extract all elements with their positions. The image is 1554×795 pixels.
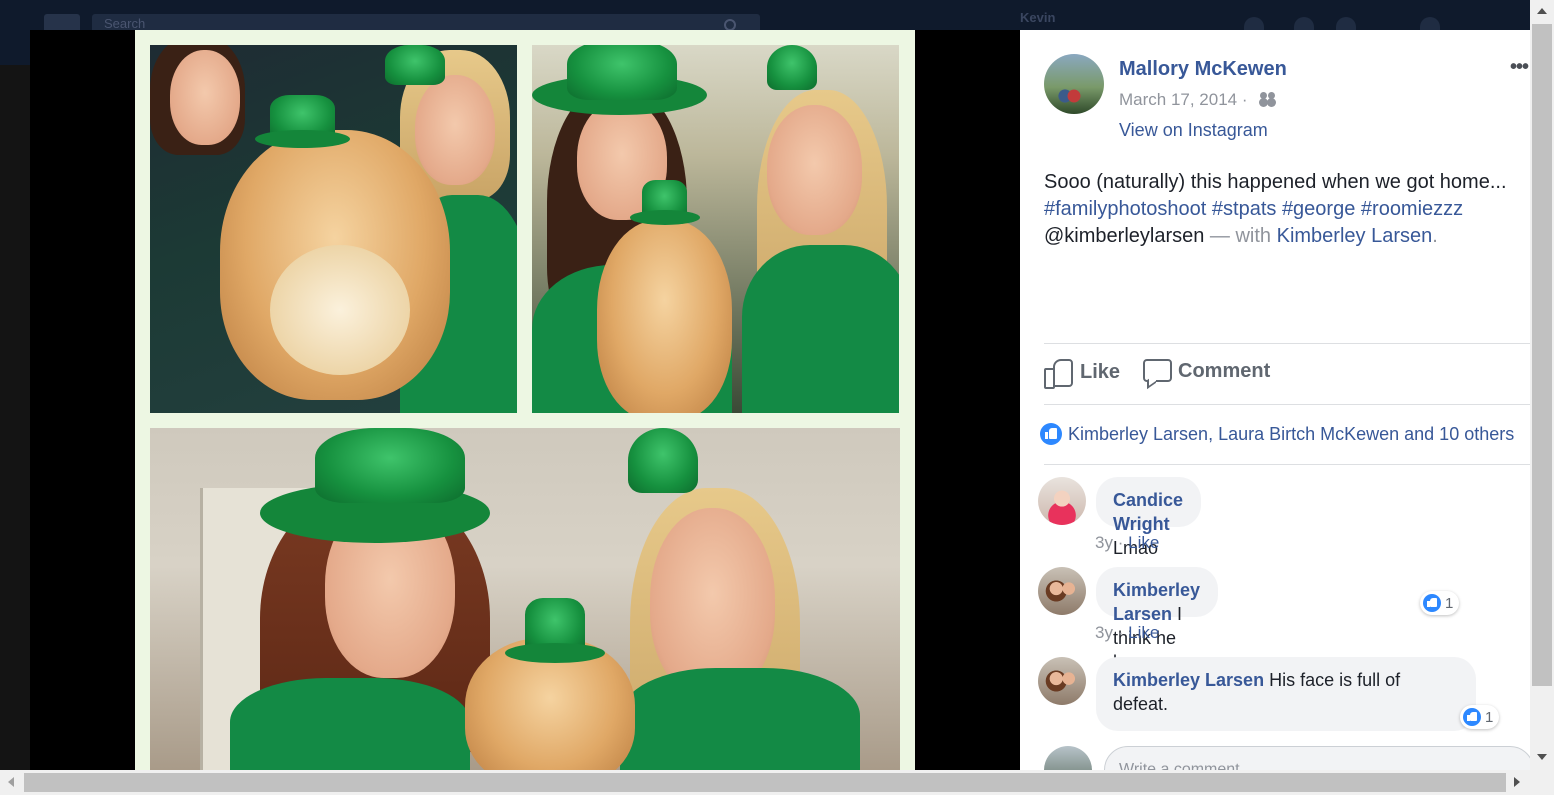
scroll-right-arrow-icon[interactable] <box>1514 777 1520 787</box>
green-shirt <box>620 668 860 770</box>
post-text-line: Sooo (naturally) this happened when we g… <box>1044 171 1507 193</box>
commenter-name-link[interactable]: Kimberley Larsen <box>1113 580 1200 624</box>
mini-top-hat <box>628 428 698 493</box>
comment-bubble: Kimberley Larsen His face is full of def… <box>1096 657 1476 731</box>
collage-photo-1 <box>150 45 517 413</box>
date-separator: · <box>1241 90 1248 109</box>
commenter-name-link[interactable]: Kimberley Larsen <box>1113 670 1264 690</box>
like-reaction-icon <box>1463 708 1481 726</box>
topbar-user-name: Kevin <box>1020 10 1056 25</box>
background-strip <box>0 30 30 65</box>
commenter-avatar[interactable] <box>1038 657 1086 705</box>
view-on-instagram-link[interactable]: View on Instagram <box>1119 120 1268 141</box>
reactions-summary[interactable]: Kimberley Larsen, Laura Birtch McKewen a… <box>1040 423 1514 445</box>
cat-hat-brim <box>630 210 700 225</box>
author-avatar[interactable] <box>1044 54 1104 114</box>
comment-like-link[interactable]: Like <box>1128 533 1159 552</box>
horizontal-scrollbar[interactable] <box>0 770 1554 795</box>
cat-hat-brim <box>255 130 350 148</box>
author-name-link[interactable]: Mallory McKewen <box>1119 58 1287 81</box>
like-label: Like <box>1080 360 1121 383</box>
more-options-icon[interactable]: ••• <box>1510 56 1529 79</box>
commenter-avatar[interactable] <box>1038 477 1086 525</box>
comment-bubble: Candice Wright Lmao <box>1096 477 1202 558</box>
hashtag-link[interactable]: #george <box>1282 198 1355 220</box>
cat <box>597 220 732 413</box>
cat-hat-brim <box>505 643 605 663</box>
search-bar: Search <box>92 14 760 31</box>
green-hat <box>385 45 445 85</box>
help-icon <box>1420 17 1440 30</box>
viewer-avatar <box>1044 746 1092 770</box>
comment-age[interactable]: 3y <box>1095 533 1113 552</box>
messages-icon <box>1294 17 1314 30</box>
mention-text: @kimberleylarsen <box>1044 225 1205 247</box>
divider <box>1044 343 1530 344</box>
post-mention-line: @kimberleylarsen — with Kimberley Larsen… <box>1044 223 1530 250</box>
comment-age[interactable]: 3y <box>1095 623 1113 642</box>
horizontal-scroll-thumb[interactable] <box>24 773 1506 792</box>
friends-icon[interactable] <box>1260 92 1278 106</box>
tagged-person-link[interactable]: Kimberley Larsen <box>1277 225 1433 247</box>
post-hashtags-line: #familyphotoshoot #stpats #george #roomi… <box>1044 196 1530 223</box>
like-reaction-icon <box>1423 594 1441 612</box>
like-button[interactable]: Like <box>1044 358 1121 389</box>
comment-like-link[interactable]: Like <box>1128 623 1159 642</box>
hashtag-link[interactable]: #familyphotoshoot <box>1044 198 1206 220</box>
scroll-up-arrow-icon[interactable] <box>1537 8 1547 14</box>
scroll-left-arrow-icon[interactable] <box>8 777 14 787</box>
thumbs-up-icon <box>1044 358 1073 389</box>
scroll-down-arrow-icon[interactable] <box>1537 754 1547 760</box>
hashtag-link[interactable]: #stpats <box>1212 198 1276 220</box>
comment-reaction-count[interactable]: 1 <box>1460 705 1500 729</box>
reaction-count-text: 1 <box>1445 594 1454 612</box>
facebook-top-bar: Search Kevin <box>0 0 1530 31</box>
reaction-count-text: 1 <box>1485 708 1494 726</box>
comment-input[interactable]: Write a comment... <box>1104 746 1530 770</box>
post-text: Sooo (naturally) this happened when we g… <box>1044 169 1530 250</box>
with-prefix: — with <box>1209 225 1272 247</box>
cat-belly <box>270 245 410 375</box>
vertical-scrollbar[interactable] <box>1530 0 1554 770</box>
comment-input-placeholder: Write a comment... <box>1119 761 1253 770</box>
cowboy-hat <box>567 45 677 100</box>
cowboy-hat <box>315 428 465 503</box>
photo-stage[interactable] <box>30 30 1020 770</box>
meta-separator: · <box>1117 623 1124 642</box>
commenter-avatar[interactable] <box>1038 567 1086 615</box>
post-date[interactable]: March 17, 2014 · <box>1119 90 1248 110</box>
comment-bubble-icon <box>1142 358 1172 384</box>
background-overlay <box>0 65 30 770</box>
person-face <box>767 105 862 235</box>
friend-requests-icon <box>1244 17 1264 30</box>
facebook-logo-icon <box>44 14 80 30</box>
meta-separator: · <box>1117 533 1124 552</box>
person-face <box>170 50 240 145</box>
comment-bubble: Kimberley Larsen I think he loves us. <box>1096 567 1219 672</box>
reactions-text[interactable]: Kimberley Larsen, Laura Birtch McKewen a… <box>1068 424 1514 445</box>
post-detail-panel: Mallory McKewen March 17, 2014 · View on… <box>1020 30 1530 770</box>
vertical-scroll-thumb[interactable] <box>1532 24 1552 686</box>
post-photo-collage[interactable] <box>135 30 915 770</box>
collage-photo-3 <box>150 428 900 770</box>
commenter-name-link[interactable]: Candice Wright <box>1113 490 1183 534</box>
comment-reaction-count[interactable]: 1 <box>1420 591 1460 615</box>
green-shirt <box>230 678 470 770</box>
collage-photo-2 <box>532 45 899 413</box>
comment-button[interactable]: Comment <box>1142 358 1270 384</box>
comment-label: Comment <box>1178 359 1271 382</box>
divider <box>1044 404 1530 405</box>
like-reaction-icon <box>1040 423 1062 445</box>
notifications-icon <box>1336 17 1356 30</box>
post-date-text[interactable]: March 17, 2014 <box>1119 90 1237 109</box>
divider <box>1044 464 1530 465</box>
tagged-suffix: . <box>1432 225 1438 247</box>
comment-meta: 3y · Like <box>1095 623 1159 643</box>
comment-meta: 3y · Like <box>1095 533 1159 553</box>
mini-top-hat <box>767 45 817 90</box>
search-placeholder: Search <box>104 16 146 31</box>
person-face <box>415 75 495 185</box>
hashtag-link[interactable]: #roomiezzz <box>1361 198 1463 220</box>
green-shirt <box>742 245 899 413</box>
